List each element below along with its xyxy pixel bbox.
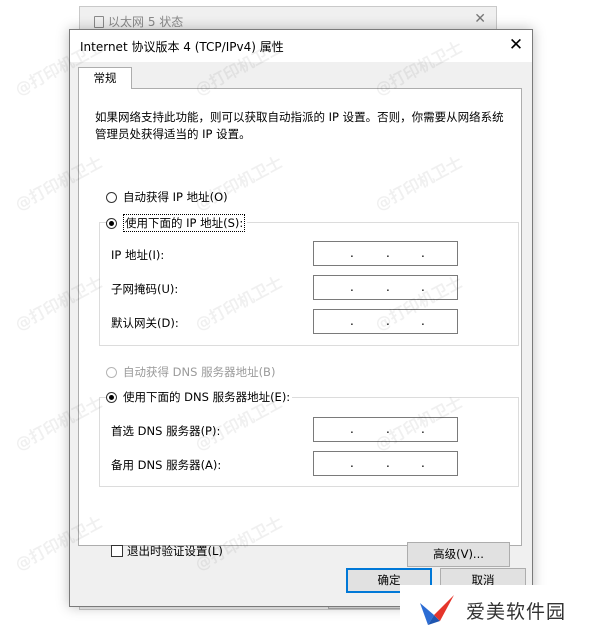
subnet-mask-label: 子网掩码(U): <box>111 282 179 296</box>
logo-text: 爱美软件园 <box>466 600 567 623</box>
dialog-titlebar: Internet 协议版本 4 (TCP/IPv4) 属性 ✕ <box>70 30 532 62</box>
default-gateway-input[interactable]: ... <box>313 309 458 334</box>
dialog-title: Internet 协议版本 4 (TCP/IPv4) 属性 <box>80 40 284 54</box>
tab-general[interactable]: 常规 <box>78 67 132 89</box>
logo-icon <box>420 595 454 625</box>
background-close-icon[interactable]: ✕ <box>474 11 486 27</box>
validate-on-exit-row[interactable]: 退出时验证设置(L) <box>111 543 223 559</box>
advanced-button[interactable]: 高级(V)... <box>407 542 510 567</box>
alternate-dns-input[interactable]: ... <box>313 451 458 476</box>
auto-dns-radio <box>106 366 117 378</box>
manual-ip-radio[interactable] <box>106 217 117 229</box>
default-gateway-label: 默认网关(D): <box>111 316 179 330</box>
close-icon[interactable]: ✕ <box>500 30 532 60</box>
general-panel: 如果网络支持此功能，则可以获取自动指派的 IP 设置。否则，你需要从网络系统管理… <box>78 88 522 567</box>
validate-on-exit-checkbox[interactable] <box>111 545 123 557</box>
auto-dns-label: 自动获得 DNS 服务器地址(B) <box>123 365 276 379</box>
auto-ip-radio-row[interactable]: 自动获得 IP 地址(O) <box>106 189 230 205</box>
auto-ip-label: 自动获得 IP 地址(O) <box>123 190 228 204</box>
subnet-mask-input[interactable]: ... <box>313 275 458 300</box>
manual-dns-label: 使用下面的 DNS 服务器地址(E): <box>123 390 291 404</box>
preferred-dns-input[interactable]: ... <box>313 417 458 442</box>
auto-dns-radio-row: 自动获得 DNS 服务器地址(B) <box>106 364 278 380</box>
site-logo: 爱美软件园 <box>400 585 600 635</box>
ip-address-input[interactable]: ... <box>313 241 458 266</box>
preferred-dns-label: 首选 DNS 服务器(P): <box>111 424 221 438</box>
manual-ip-label: 使用下面的 IP 地址(S): <box>123 214 246 232</box>
validate-on-exit-label: 退出时验证设置(L) <box>127 544 223 558</box>
description-text: 如果网络支持此功能，则可以获取自动指派的 IP 设置。否则，你需要从网络系统管理… <box>95 110 504 141</box>
network-adapter-icon <box>94 15 104 28</box>
manual-dns-radio[interactable] <box>106 391 117 403</box>
ipv4-properties-dialog: Internet 协议版本 4 (TCP/IPv4) 属性 ✕ 常规 如果网络支… <box>69 29 533 607</box>
alternate-dns-label: 备用 DNS 服务器(A): <box>111 458 222 472</box>
manual-ip-radio-row[interactable]: 使用下面的 IP 地址(S): <box>106 214 248 232</box>
auto-ip-radio[interactable] <box>106 191 117 203</box>
ip-address-label: IP 地址(I): <box>111 248 165 262</box>
background-window-title-text: 以太网 5 状态 <box>108 15 184 29</box>
background-window-title: 以太网 5 状态 <box>94 13 183 30</box>
manual-dns-radio-row[interactable]: 使用下面的 DNS 服务器地址(E): <box>106 389 293 405</box>
